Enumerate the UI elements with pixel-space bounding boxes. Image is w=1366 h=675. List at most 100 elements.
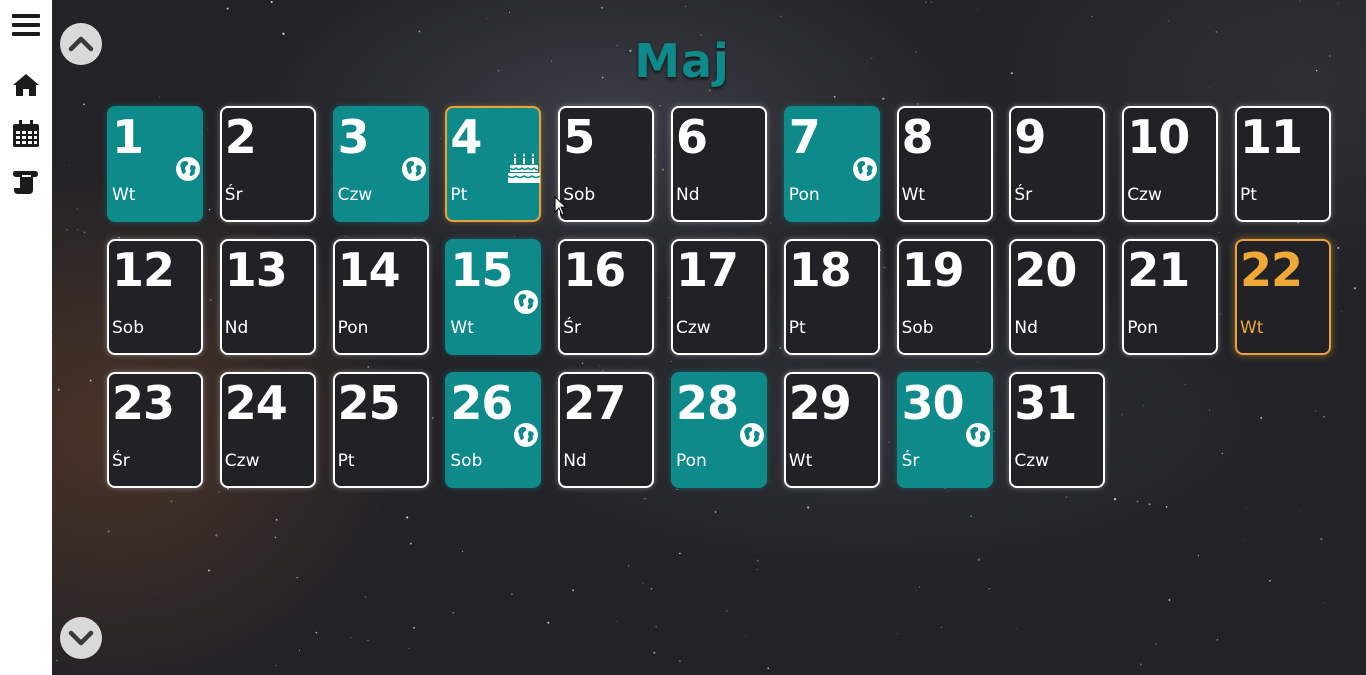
- day-name: Czw: [1014, 451, 1050, 471]
- day-number: 29: [788, 376, 852, 430]
- day-number: 8: [901, 110, 934, 164]
- day-number: 15: [450, 243, 513, 297]
- day-name: Śr: [901, 451, 920, 471]
- day-name: Czw: [337, 185, 373, 205]
- day-number: 1: [112, 110, 144, 164]
- day-cell-19[interactable]: 19 Sob: [896, 239, 993, 355]
- day-number: 19: [901, 243, 965, 297]
- day-number: 2: [224, 110, 257, 164]
- day-number: 31: [1014, 376, 1077, 430]
- menu-icon[interactable]: [10, 9, 42, 41]
- day-number: 22: [1240, 243, 1303, 297]
- day-cell-17[interactable]: 17 Czw: [671, 239, 767, 355]
- scroll-up-button[interactable]: [60, 23, 102, 65]
- day-name: Wt: [1240, 318, 1264, 338]
- day-number: 23: [112, 376, 175, 430]
- month-title: Maj: [634, 34, 730, 88]
- home-icon[interactable]: [10, 69, 42, 101]
- day-number: 18: [788, 243, 852, 297]
- day-name: Pt: [450, 185, 468, 205]
- day-cell-28[interactable]: 28 Pon: [671, 372, 767, 488]
- day-cell-13[interactable]: 13 Nd: [219, 239, 316, 355]
- globe-icon: [175, 156, 201, 182]
- day-cell-15[interactable]: 15 Wt: [445, 239, 542, 355]
- day-number: 28: [676, 376, 739, 430]
- day-cell-10[interactable]: 10 Czw: [1122, 106, 1219, 222]
- day-cell-2[interactable]: 2 Śr: [219, 106, 316, 222]
- day-number: 16: [563, 243, 626, 297]
- day-name: Wt: [112, 185, 136, 205]
- day-name: Wt: [788, 451, 813, 471]
- day-cell-4[interactable]: 4 Pt: [445, 106, 542, 222]
- day-name: Pon: [337, 318, 369, 338]
- day-cell-1[interactable]: 1 Wt: [107, 106, 203, 222]
- day-grid: 1 Wt 2 Śr 3 Czw 4 Pt 5 Sob 6 Nd 7 Pon 8 Wt 9 Śr 10 Czw 11 Pt 1…: [107, 106, 1337, 496]
- day-number: 12: [112, 243, 175, 297]
- day-number: 17: [676, 243, 739, 297]
- day-cell-22[interactable]: 22 Wt: [1235, 239, 1331, 355]
- globe-icon: [852, 156, 878, 182]
- day-cell-14[interactable]: 14 Pon: [332, 239, 429, 355]
- day-number: 7: [788, 110, 821, 164]
- day-number: 11: [1240, 110, 1303, 164]
- globe-icon: [965, 422, 991, 448]
- day-number: 13: [224, 243, 288, 297]
- day-cell-3[interactable]: 3 Czw: [332, 106, 429, 222]
- day-cell-9[interactable]: 9 Śr: [1009, 106, 1106, 222]
- day-cell-8[interactable]: 8 Wt: [896, 106, 993, 222]
- day-number: 25: [337, 376, 401, 430]
- day-cell-25[interactable]: 25 Pt: [332, 372, 429, 488]
- day-cell-24[interactable]: 24 Czw: [219, 372, 316, 488]
- day-name: Nd: [224, 318, 249, 338]
- day-cell-30[interactable]: 30 Śr: [896, 372, 993, 488]
- day-cell-20[interactable]: 20 Nd: [1009, 239, 1106, 355]
- day-cell-11[interactable]: 11 Pt: [1235, 106, 1331, 222]
- globe-icon: [401, 156, 427, 182]
- day-cell-26[interactable]: 26 Sob: [445, 372, 542, 488]
- day-name: Czw: [676, 318, 711, 338]
- day-number: 14: [337, 243, 401, 297]
- globe-icon: [513, 422, 539, 448]
- globe-icon: [739, 422, 765, 448]
- day-cell-16[interactable]: 16 Śr: [558, 239, 655, 355]
- day-cell-31[interactable]: 31 Czw: [1009, 372, 1106, 488]
- day-cell-6[interactable]: 6 Nd: [671, 106, 767, 222]
- day-cell-7[interactable]: 7 Pon: [783, 106, 880, 222]
- day-number: 9: [1014, 110, 1046, 164]
- day-cell-27[interactable]: 27 Nd: [558, 372, 655, 488]
- cake-icon: [507, 152, 541, 184]
- scroll-icon[interactable]: [10, 166, 42, 198]
- day-cell-21[interactable]: 21 Pon: [1122, 239, 1219, 355]
- day-number: 21: [1127, 243, 1190, 297]
- calendar-icon[interactable]: [10, 118, 42, 150]
- day-name: Śr: [1014, 185, 1033, 205]
- day-name: Śr: [224, 185, 243, 205]
- scroll-down-button[interactable]: [60, 617, 102, 659]
- day-name: Śr: [112, 451, 130, 471]
- day-cell-18[interactable]: 18 Pt: [783, 239, 880, 355]
- day-name: Nd: [1014, 318, 1038, 338]
- day-name: Sob: [112, 318, 144, 338]
- day-number: 3: [337, 110, 370, 164]
- day-name: Nd: [676, 185, 700, 205]
- day-name: Pt: [337, 451, 355, 471]
- day-name: Pt: [1240, 185, 1257, 205]
- day-number: 24: [224, 376, 288, 430]
- day-number: 4: [450, 110, 482, 164]
- day-number: 6: [676, 110, 708, 164]
- day-cell-5[interactable]: 5 Sob: [558, 106, 655, 222]
- day-name: Czw: [1127, 185, 1162, 205]
- day-cell-23[interactable]: 23 Śr: [107, 372, 203, 488]
- day-name: Czw: [224, 451, 260, 471]
- day-name: Sob: [450, 451, 483, 471]
- day-number: 26: [450, 376, 513, 430]
- day-name: Wt: [901, 185, 926, 205]
- day-number: 20: [1014, 243, 1077, 297]
- chevron-up-icon: [68, 36, 94, 52]
- day-name: Sob: [901, 318, 934, 338]
- calendar-main: Maj 1 Wt 2 Śr 3 Czw 4 Pt 5 Sob 6 Nd 7 Pon 8 Wt 9 Śr 10 Czw 1…: [52, 0, 1366, 675]
- day-cell-29[interactable]: 29 Wt: [783, 372, 880, 488]
- day-number: 30: [901, 376, 965, 430]
- day-name: Pon: [676, 451, 707, 471]
- day-cell-12[interactable]: 12 Sob: [107, 239, 203, 355]
